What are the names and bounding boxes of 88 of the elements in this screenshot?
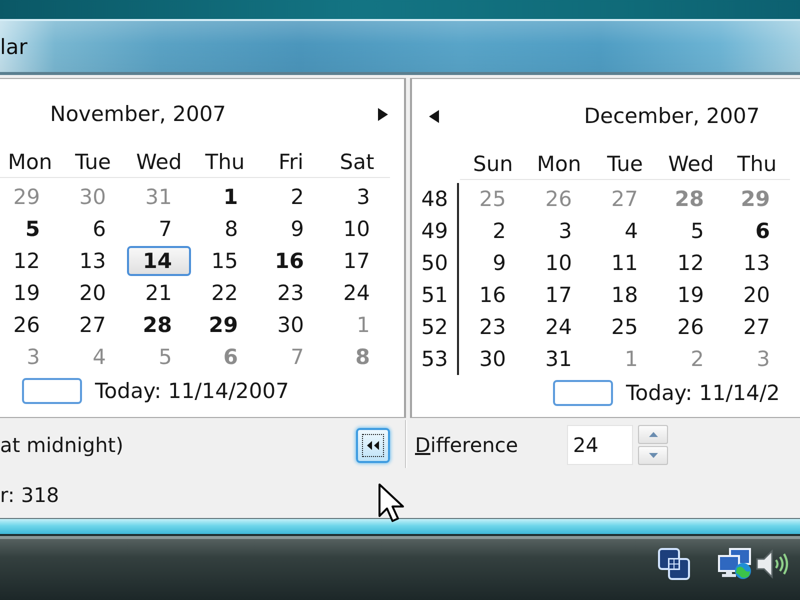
calendar-day[interactable]: 24 (527, 312, 591, 342)
note-text: at midnight) (0, 433, 124, 457)
weekday-label: Thu (724, 150, 790, 180)
prev-arrow-icon[interactable] (429, 110, 439, 122)
today-marker-icon (553, 380, 613, 406)
month-title: November, 2007 (50, 102, 226, 126)
calendar-day[interactable]: 6 (725, 216, 789, 246)
calendar-day[interactable]: 1 (193, 182, 257, 212)
week-number: 51 (412, 279, 459, 311)
back-button[interactable] (356, 428, 390, 462)
calendar-day[interactable]: 19 (659, 280, 723, 310)
network-icon[interactable] (718, 548, 752, 580)
calendar-day[interactable]: 19 (1, 278, 59, 308)
month-title: December, 2007 (584, 104, 760, 128)
week-number: 50 (412, 247, 459, 279)
spin-up-button[interactable] (638, 425, 668, 444)
calendar-day[interactable]: 4 (593, 216, 657, 246)
status-text: r: 318 (0, 483, 60, 507)
calendar-day[interactable]: 6 (61, 214, 125, 244)
calendar-day[interactable]: 26 (1, 310, 59, 340)
weekday-label: Mon (0, 148, 60, 178)
next-arrow-icon[interactable] (378, 108, 388, 120)
weekday-label: Wed (126, 148, 192, 178)
calendar-day[interactable]: 24 (325, 278, 389, 308)
calendar-day[interactable]: 8 (193, 214, 257, 244)
calendar-day[interactable]: 25 (593, 312, 657, 342)
calendar-day[interactable]: 3 (527, 216, 591, 246)
weekday-label: Tue (592, 150, 658, 180)
calendar-day[interactable]: 13 (61, 246, 125, 276)
calendar-day[interactable]: 15 (193, 246, 257, 276)
calendar-day[interactable]: 23 (461, 312, 525, 342)
calendar-day[interactable]: 9 (461, 248, 525, 278)
week-number: 49 (412, 215, 459, 247)
today-link[interactable]: Today: 11/14/2 (626, 381, 780, 405)
weekday-label: Thu (192, 148, 258, 178)
calendar-day[interactable]: 12 (1, 246, 59, 276)
difference-label: Difference (415, 433, 518, 457)
calendar-day[interactable]: 10 (527, 248, 591, 278)
calendar-day[interactable]: 29 (193, 310, 257, 340)
calendar-day[interactable]: 28 (127, 310, 191, 340)
week-number: 53 (412, 343, 459, 375)
double-left-arrow-icon (367, 440, 379, 450)
calendar-day[interactable]: 5 (1, 214, 59, 244)
weekday-label: Tue (60, 148, 126, 178)
today-link[interactable]: Today: 11/14/2007 (95, 379, 289, 403)
calendar-day[interactable]: 30 (259, 310, 323, 340)
calendar-day[interactable]: 17 (527, 280, 591, 310)
calendar-day[interactable]: 22 (193, 278, 257, 308)
calendar-day[interactable]: 2 (461, 216, 525, 246)
window-title: lar (0, 34, 28, 58)
calendar-day[interactable]: 2 (259, 182, 323, 212)
mouse-cursor-icon (378, 483, 405, 523)
calendar-day[interactable]: 14 (127, 246, 191, 276)
speaker-icon[interactable] (755, 548, 790, 580)
weekday-label: Fri (258, 148, 324, 178)
week-number: 48 (412, 183, 459, 215)
up-triangle-icon (648, 432, 658, 437)
calendar-day[interactable]: 20 (725, 280, 789, 310)
calendar-day[interactable]: 10 (325, 214, 389, 244)
calendar-day[interactable]: 3 (325, 182, 389, 212)
overlapping-windows-icon[interactable] (658, 548, 690, 580)
weekday-label: Wed (658, 150, 724, 180)
calendar-day[interactable]: 31 (527, 344, 591, 374)
calendar-day[interactable]: 21 (127, 278, 191, 308)
calendar-day[interactable]: 16 (461, 280, 525, 310)
calendar-day[interactable]: 30 (461, 344, 525, 374)
week-number: 52 (412, 311, 459, 343)
calendar-day[interactable]: 27 (61, 310, 125, 340)
calendar-day[interactable]: 18 (593, 280, 657, 310)
weekday-label: Sat (324, 148, 390, 178)
calendar-day[interactable]: 20 (61, 278, 125, 308)
calendar-day[interactable]: 23 (259, 278, 323, 308)
calendar-day[interactable]: 13 (725, 248, 789, 278)
calendar-day[interactable]: 9 (259, 214, 323, 244)
difference-field[interactable]: 24 (567, 425, 633, 465)
calendar-day[interactable]: 17 (325, 246, 389, 276)
calendar-day[interactable]: 12 (659, 248, 723, 278)
calendar-day[interactable]: 7 (127, 214, 191, 244)
weekday-label: Mon (526, 150, 592, 180)
today-marker-icon (22, 378, 82, 404)
calendar-day[interactable]: 16 (259, 246, 323, 276)
calendar-day[interactable]: 5 (659, 216, 723, 246)
spin-down-button[interactable] (638, 446, 668, 465)
down-triangle-icon (648, 453, 658, 458)
calendar-day[interactable]: 27 (725, 312, 789, 342)
calendar-day[interactable]: 11 (593, 248, 657, 278)
weekday-label: Sun (460, 150, 526, 180)
calendar-day[interactable]: 26 (659, 312, 723, 342)
